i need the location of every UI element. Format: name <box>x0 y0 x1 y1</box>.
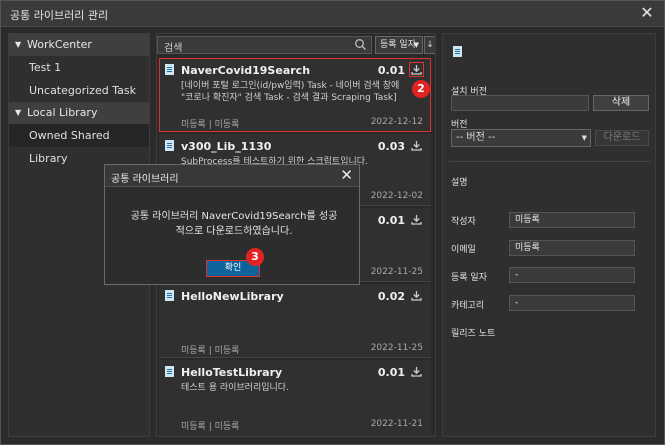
search-placeholder: 검색 <box>164 43 183 54</box>
release-notes-label: 릴리즈 노트 <box>451 329 496 339</box>
file-icon <box>453 46 462 57</box>
tree-group-label: WorkCenter <box>27 38 92 51</box>
file-icon <box>165 366 174 377</box>
step-badge: 2 <box>412 80 430 98</box>
file-icon <box>165 290 174 301</box>
registered-date-field: - <box>509 267 635 283</box>
search-input[interactable]: 검색 <box>157 36 372 54</box>
description-label: 설명 <box>451 178 468 188</box>
title-bar: 공통 라이브러리 관리 ✕ <box>1 1 664 27</box>
sort-select[interactable]: 등록 일자 ▼ <box>375 36 423 54</box>
tree-item-owned-shared-library[interactable]: Owned Shared Library <box>9 124 149 165</box>
library-name: HelloTestLibrary <box>181 366 283 379</box>
tree-item-uncategorized-task[interactable]: Uncategorized Task <box>9 79 149 102</box>
dialog-title: 공통 라이브러리 <box>111 174 179 185</box>
step-badge: 3 <box>246 248 264 266</box>
library-detail-panel: 설치 버전 삭제 버전 -- 버전 -- ▼ 다운로드 설명 작성자 미등록 이… <box>442 33 656 437</box>
tree-group-label: Local Library <box>27 106 98 119</box>
sort-direction-button[interactable]: ↓ <box>424 36 435 54</box>
category-field: - <box>509 295 635 311</box>
library-version: 0.01 <box>377 214 405 227</box>
library-version: 0.02 <box>377 290 405 303</box>
download-button[interactable]: 다운로드 <box>595 130 649 146</box>
installed-version-field <box>451 95 589 111</box>
library-version: 0.01 <box>377 64 405 77</box>
download-icon[interactable] <box>410 139 423 152</box>
search-icon[interactable] <box>354 38 367 51</box>
download-icon[interactable] <box>410 213 423 226</box>
caret-down-icon: ▼ <box>15 108 22 117</box>
window-title: 공통 라이브러리 관리 <box>10 9 109 22</box>
library-description: 테스트 용 라이브러리입니다. <box>181 383 289 393</box>
library-meta: 미등록 | 미등록 <box>181 346 240 356</box>
category-label: 카테고리 <box>451 301 485 311</box>
dialog-message: 공통 라이브러리 NaverCovid19Search를 성공적으로 다운로드하… <box>130 211 338 237</box>
author-label: 작성자 <box>451 217 476 227</box>
close-icon[interactable]: ✕ <box>340 166 353 184</box>
download-icon[interactable] <box>410 365 423 378</box>
file-icon <box>165 140 174 151</box>
tree-item-test1[interactable]: Test 1 <box>9 56 149 79</box>
library-version: 0.03 <box>377 140 405 153</box>
library-card[interactable]: HelloTestLibrary 0.01 테스트 용 라이브러리입니다. 미등… <box>159 360 431 436</box>
library-date: 2022-11-25 <box>370 267 423 277</box>
file-icon <box>165 64 174 75</box>
close-icon[interactable]: ✕ <box>638 4 656 22</box>
library-card[interactable]: HelloNewLibrary 0.02 미등록 | 미등록 2022-11-2… <box>159 284 431 358</box>
library-card[interactable]: NaverCovid19Search 0.01 [네이버 포털 로그인(id/p… <box>159 58 431 132</box>
caret-down-icon: ▼ <box>413 41 419 49</box>
library-name: NaverCovid19Search <box>181 64 311 77</box>
version-select[interactable]: -- 버전 -- ▼ <box>451 129 591 147</box>
email-field: 미등록 <box>509 240 635 256</box>
tree-group-local-library[interactable]: ▼ Local Library <box>9 102 149 124</box>
library-date: 2022-12-02 <box>370 191 423 201</box>
sort-select-value: 등록 일자 <box>380 40 416 50</box>
library-date: 2022-12-12 <box>370 117 423 127</box>
delete-button[interactable]: 삭제 <box>593 95 649 111</box>
library-date: 2022-11-25 <box>370 343 423 353</box>
library-name: v300_Lib_1130 <box>181 140 272 153</box>
email-label: 이메일 <box>451 245 476 255</box>
registered-date-label: 등록 일자 <box>451 273 487 283</box>
caret-down-icon: ▼ <box>15 40 22 49</box>
version-select-value: -- 버전 -- <box>456 132 496 143</box>
caret-down-icon: ▼ <box>581 134 587 142</box>
download-complete-dialog: 공통 라이브러리 ✕ 공통 라이브러리 NaverCovid19Search를 … <box>104 164 360 285</box>
library-meta: 미등록 | 미등록 <box>181 422 240 432</box>
divider <box>449 161 651 162</box>
library-date: 2022-11-21 <box>370 419 423 429</box>
library-manager-window: 공통 라이브러리 관리 ✕ ▼ WorkCenter Test 1 Uncate… <box>0 0 665 445</box>
download-icon[interactable] <box>410 289 423 302</box>
library-name: HelloNewLibrary <box>181 290 284 303</box>
library-description: [네이버 포털 로그인(id/pw입력) Task - 네이버 검색 창에 "코… <box>181 81 400 103</box>
download-icon[interactable] <box>409 62 424 77</box>
library-meta: 미등록 | 미등록 <box>181 120 240 130</box>
dialog-title-bar: 공통 라이브러리 ✕ <box>105 165 359 187</box>
tree-group-workcenter[interactable]: ▼ WorkCenter <box>9 34 149 56</box>
library-version: 0.01 <box>377 366 405 379</box>
author-field: 미등록 <box>509 212 635 228</box>
